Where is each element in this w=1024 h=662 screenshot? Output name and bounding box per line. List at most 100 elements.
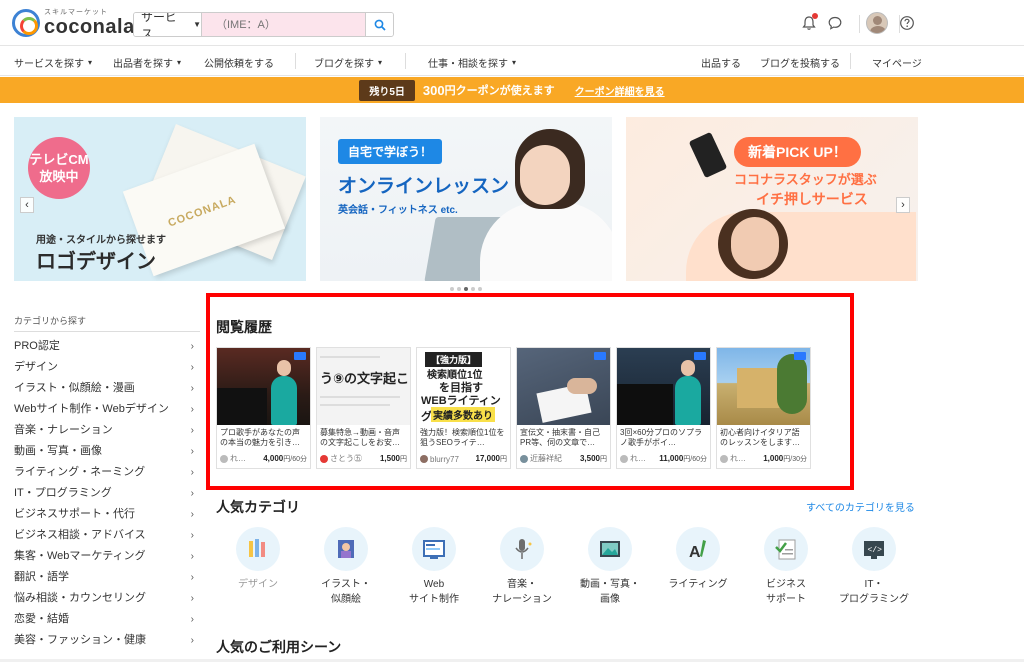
coupon-details-link[interactable]: クーポン詳細を見る [575, 83, 665, 98]
sidebar-item-romance[interactable]: 恋愛・結婚 › [14, 609, 200, 630]
sidebar-item-writing[interactable]: ライティング・ネーミング › [14, 462, 200, 483]
phone-image [688, 131, 728, 179]
seller-avatar [520, 454, 528, 463]
popular-category-video[interactable]: 動画・写真・ 画像 [570, 527, 650, 607]
thumb-tag: 【強力版】 [425, 352, 483, 367]
sidebar-item-beauty[interactable]: 美容・ファッション・健康 › [14, 630, 200, 651]
message-button[interactable] [824, 12, 846, 34]
carousel-dot-active[interactable] [464, 287, 468, 291]
category-label: 画像 [600, 594, 620, 605]
sidebar-item-label: 悩み相談・カウンセリング [14, 592, 146, 604]
tree-image [777, 354, 807, 414]
popular-category-it[interactable]: </> IT・ プログラミング [834, 527, 914, 607]
category-label: サイト制作 [409, 594, 459, 605]
popular-category-illustration[interactable]: イラスト・ 似顔絵 [306, 527, 386, 607]
nav-find-sellers[interactable]: 出品者を探す ▾ [113, 55, 181, 70]
category-label: 動画・写真・ [580, 579, 640, 590]
search-category-select[interactable]: サービス ▼ [134, 13, 202, 36]
sidebar-item-video[interactable]: 動画・写真・画像 › [14, 441, 200, 462]
sidebar-item-it[interactable]: IT・プログラミング › [14, 483, 200, 504]
hero-slide-logo-design[interactable]: COCONALA COCONALA テレビCM 放映中 用途・スタイルから探せま… [14, 117, 306, 281]
category-label: サポート [766, 594, 806, 605]
popular-category-music[interactable]: 音楽・ ナレーション [482, 527, 562, 607]
thumb-text: う⑨の文字起こし [320, 371, 410, 386]
checklist-icon [764, 527, 808, 571]
search-input[interactable] [202, 13, 365, 36]
sidebar-item-music[interactable]: 音楽・ナレーション › [14, 420, 200, 441]
web-icon [412, 527, 456, 571]
sidebar-item-label: 動画・写真・画像 [14, 445, 102, 457]
sidebar-item-design[interactable]: デザイン › [14, 357, 200, 378]
nav-divider [405, 53, 406, 69]
history-card[interactable]: 宣伝文・抽末書・自己PR等、伺の文章で… 近藤祥紀 3,500円 [516, 347, 611, 469]
carousel-prev-button[interactable]: ‹ [20, 197, 34, 213]
writing-icon: A [676, 527, 720, 571]
nav-post-request[interactable]: 公開依頼をする [204, 55, 274, 70]
hero-slide-online-lesson[interactable]: 自宅で学ぼう！ オンラインレッスン 英会話・フィットネス etc. [320, 117, 612, 281]
popular-category-writing[interactable]: A ライティング [658, 527, 738, 592]
nav-label: マイページ [872, 59, 922, 70]
popular-category-business-support[interactable]: ビジネス サポート [746, 527, 826, 607]
help-button[interactable] [896, 12, 918, 34]
sidebar-item-counseling[interactable]: 悩み相談・カウンセリング › [14, 588, 200, 609]
category-label: イラスト・ [321, 579, 371, 590]
carousel-dot[interactable] [450, 287, 454, 291]
nav-sell[interactable]: 出品する [701, 55, 741, 70]
sidebar-item-marketing[interactable]: 集客・Webマーケティング › [14, 546, 200, 567]
history-card[interactable]: 初心者向けイタリア語のレッスンをします… れ… 1,000円/30分 [716, 347, 811, 469]
seller-avatar [720, 454, 728, 463]
popular-categories-title: 人気カテゴリ [216, 499, 300, 515]
sidebar-item-label: Webサイト制作・Webデザイン [14, 403, 169, 415]
sidebar-item-label: 翻訳・語学 [14, 571, 69, 583]
sidebar-item-business-advice[interactable]: ビジネス相談・アドバイス › [14, 525, 200, 546]
seller-name: さとう㊄ [330, 454, 362, 463]
service-thumbnail: 【強力版】 検索順位1位 を目指す WEBライティング。 実績多数あり [417, 348, 510, 425]
service-price: 1,500円 [380, 454, 407, 464]
carousel-next-button[interactable]: › [896, 197, 910, 213]
popular-category-design[interactable]: デザイン [218, 527, 298, 592]
popular-category-web[interactable]: Web サイト制作 [394, 527, 474, 607]
nav-find-services[interactable]: サービスを探す ▾ [14, 55, 92, 70]
nav-find-blogs[interactable]: ブログを探す ▾ [314, 55, 382, 70]
carousel-dot[interactable] [471, 287, 475, 291]
sidebar-heading: カテゴリから探す [14, 311, 200, 332]
carousel-dot[interactable] [478, 287, 482, 291]
sidebar-item-business-support[interactable]: ビジネスサポート・代行 › [14, 504, 200, 525]
category-label: ナレーション [492, 594, 552, 605]
search-button[interactable] [365, 13, 393, 36]
seller-name: れ… [630, 454, 646, 463]
person-image [731, 217, 779, 271]
person-image [271, 376, 297, 425]
nav-post-blog[interactable]: ブログを投稿する [760, 55, 840, 70]
video-icon [588, 527, 632, 571]
hero-title: ロゴデザイン [36, 251, 156, 273]
hero-subtitle: 英会話・フィットネス etc. [338, 205, 458, 216]
hero-slide-pick-up[interactable]: 新着PICK UP！ ココナラスタッフが選ぶ イチ押しサービス [626, 117, 918, 281]
nav-find-jobs[interactable]: 仕事・相談を探す ▾ [428, 55, 516, 70]
history-card[interactable]: 【強力版】 検索順位1位 を目指す WEBライティング。 実績多数あり 強力版！… [416, 347, 511, 469]
coconala-logo[interactable]: スキルマーケット coconala [12, 9, 135, 37]
search-icon [374, 19, 386, 31]
carousel-dot[interactable] [457, 287, 461, 291]
design-icon [236, 527, 280, 571]
chevron-right-icon: › [190, 383, 194, 394]
sidebar-item-web[interactable]: Webサイト制作・Webデザイン › [14, 399, 200, 420]
chevron-left-icon: ‹ [25, 199, 29, 211]
sidebar-item-translation[interactable]: 翻訳・語学 › [14, 567, 200, 588]
sidebar-item-pro[interactable]: PRO認定 › [14, 336, 200, 357]
price-value: 1,000 [763, 453, 784, 463]
history-card[interactable]: プロ歌手があなたの声の本当の魅力を引き… れ… 4,000円/60分 [216, 347, 311, 469]
mic-icon [500, 527, 544, 571]
top-header: スキルマーケット coconala サービス ▼ [0, 0, 1024, 46]
all-categories-link[interactable]: すべてのカテゴリを見る [806, 499, 915, 514]
user-avatar-button[interactable] [866, 12, 888, 34]
hero-title: オンラインレッスン [338, 176, 510, 197]
history-card[interactable]: う⑨の文字起こし 募集特急→動画・音声の文字起こしをお安… さとう㊄ 1,500円 [316, 347, 411, 469]
category-label: 音楽・ [507, 579, 537, 590]
nav-mypage[interactable]: マイページ [872, 55, 922, 70]
chevron-right-icon: › [190, 530, 194, 541]
hero-subtitle: 用途・スタイルから探せます [36, 235, 166, 246]
sidebar-item-illustration[interactable]: イラスト・似顔絵・漫画 › [14, 378, 200, 399]
notification-button[interactable] [798, 12, 820, 34]
history-card[interactable]: 3回×60分プロのソプラノ歌手がボイ… れ… 11,000円/60分 [616, 347, 711, 469]
